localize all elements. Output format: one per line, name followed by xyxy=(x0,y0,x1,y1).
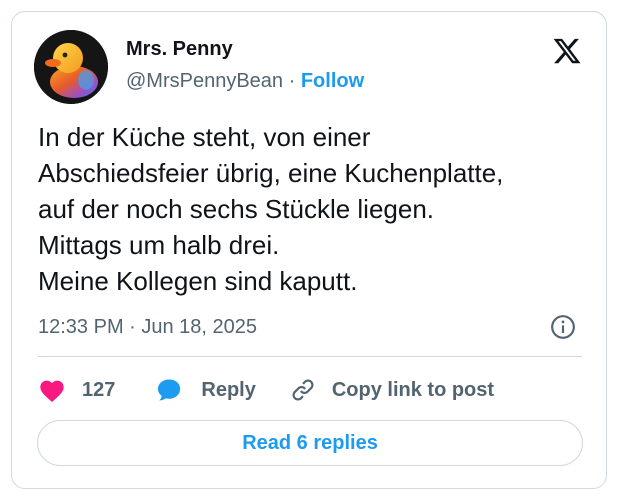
tweet-line: Abschiedsfeier übrig, eine Kuchenplatte, xyxy=(38,158,504,188)
x-logo-icon[interactable] xyxy=(552,36,582,66)
avatar[interactable] xyxy=(34,30,108,104)
tweet-line: Meine Kollegen sind kaputt. xyxy=(38,266,358,296)
reply-label: Reply xyxy=(201,378,256,401)
divider xyxy=(38,356,582,357)
heart-icon xyxy=(40,380,64,403)
reply-button[interactable]: Reply xyxy=(155,376,256,404)
tweet-card: Mrs. Penny @MrsPennyBean · Follow In der… xyxy=(11,11,607,489)
action-bar: 127 Reply Copy link to post xyxy=(38,374,494,406)
speech-bubble-icon xyxy=(158,379,181,401)
follow-link[interactable]: Follow xyxy=(301,70,364,92)
tweet-line: In der Küche steht, von einer xyxy=(38,122,371,152)
author-handle-row: @MrsPennyBean · Follow xyxy=(126,70,364,93)
author-name[interactable]: Mrs. Penny xyxy=(126,38,233,61)
tweet-line: Mittags um halb drei. xyxy=(38,230,280,260)
tweet-line: auf der noch sechs Stückle liegen. xyxy=(38,194,435,224)
copy-link-label: Copy link to post xyxy=(331,378,495,401)
author-handle[interactable]: @MrsPennyBean xyxy=(126,70,283,92)
handle-separator: · xyxy=(283,70,301,92)
tweet-timestamp[interactable]: 12:33 PM · Jun 18, 2025 xyxy=(38,316,257,339)
link-icon xyxy=(292,379,314,401)
like-count: 127 xyxy=(82,378,116,401)
tweet-text: In der Küche steht, von einer Abschiedsf… xyxy=(38,119,598,299)
read-replies-button[interactable]: Read 6 replies xyxy=(37,420,583,466)
rubber-duck-avatar-image xyxy=(34,30,108,104)
copy-link-button[interactable]: Copy link to post xyxy=(290,377,494,403)
like-button[interactable]: 127 xyxy=(38,377,115,403)
info-icon[interactable] xyxy=(550,314,576,340)
